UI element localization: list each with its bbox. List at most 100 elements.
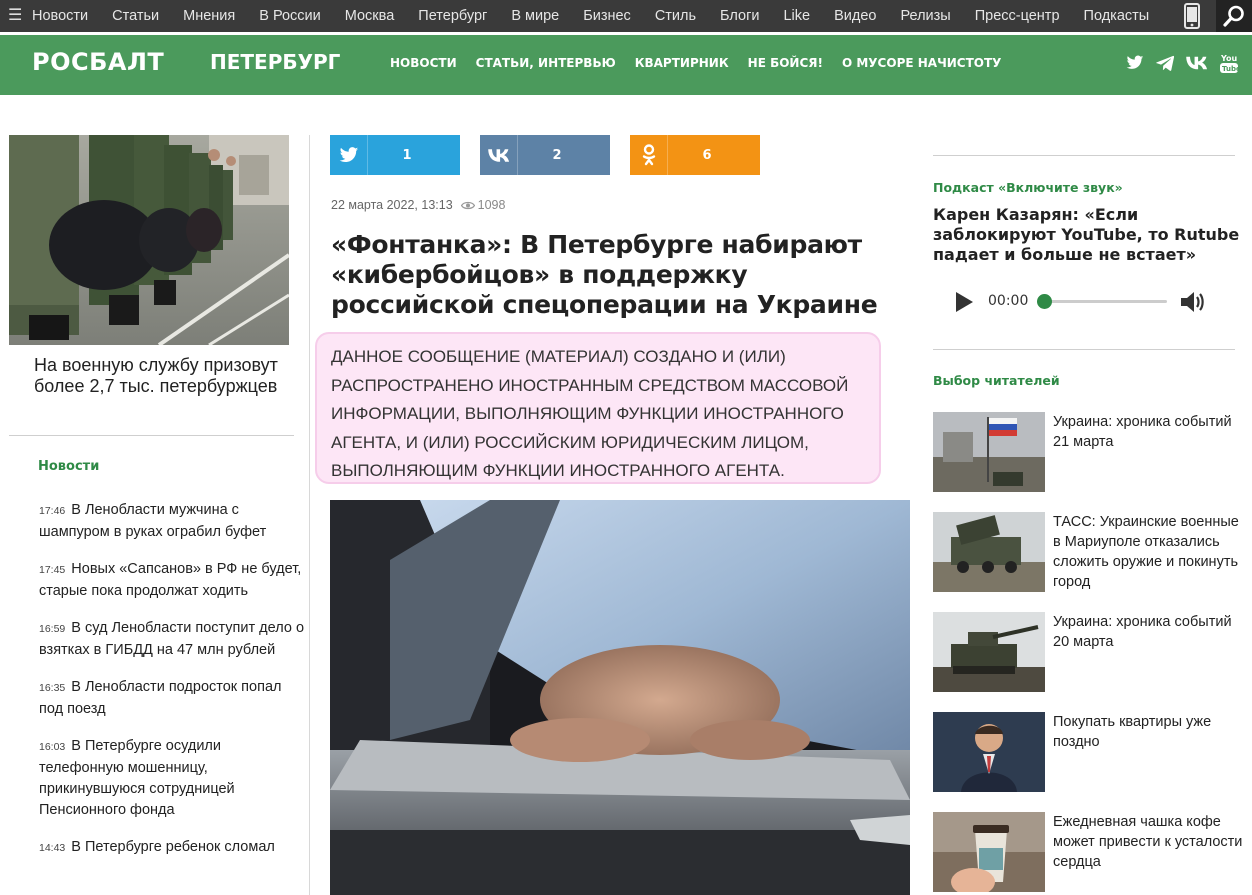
news-time: 16:35 [39,682,66,694]
thumbnail [933,512,1045,592]
readers-choice-item[interactable]: Украина: хроника событий 20 марта [933,612,1245,692]
search-button[interactable] [1216,0,1252,32]
news-title: В Петербурге осудили телефонную мошенниц… [39,738,235,818]
share-vk-button[interactable]: 2 [480,135,610,175]
vk-icon[interactable] [1186,56,1208,70]
player-time: 00:00 [988,293,1029,309]
news-item[interactable]: 17:45 Новых «Сапсанов» в РФ не будет, ста… [39,559,304,602]
section-nav: НОВОСТИ СТАТЬИ, ИНТЕРВЬЮ КВАРТИРНИК НЕ Б… [390,56,1020,70]
topnav-item-like[interactable]: Like [783,8,810,24]
news-title: В суд Ленобласти поступит дело о взятках… [39,620,305,658]
news-list: 17:46 В Ленобласти мужчина с шампуром в р… [39,500,304,875]
views-count: 1098 [477,198,506,212]
player-progress-track[interactable] [1045,300,1167,303]
news-item[interactable]: 17:46 В Ленобласти мужчина с шампуром в р… [39,500,304,543]
divider [933,155,1235,156]
news-time: 17:46 [39,505,66,517]
topnav-item-business[interactable]: Бизнес [583,8,631,24]
readers-choice-title: Покупать квартиры уже поздно [1053,714,1212,750]
lead-news-image[interactable] [9,135,289,345]
news-title: Новых «Сапсанов» в РФ не будет, старые п… [39,561,302,599]
news-item[interactable]: 16:59 В суд Ленобласти поступит дело о вз… [39,618,304,661]
news-title: В Ленобласти подросток попал под поезд [39,679,282,717]
thumbnail [933,412,1045,492]
odnoklassniki-icon [630,135,668,175]
volume-icon[interactable] [1180,290,1206,314]
section-garbage[interactable]: О МУСОРЕ НАЧИСТОТУ [842,56,1001,70]
news-heading[interactable]: Новости [38,459,99,474]
article-meta: 22 марта 2022, 13:13 1098 [331,198,505,212]
topnav-item-russia[interactable]: В России [259,8,321,24]
player-progress-handle[interactable] [1037,294,1052,309]
thumbnail [933,712,1045,792]
podcast-tag[interactable]: Подкаст «Включите звук» [933,180,1123,195]
news-item[interactable]: 16:35 В Ленобласти подросток попал под по… [39,677,304,720]
city-label[interactable]: ПЕТЕРБУРГ [210,50,340,74]
news-title: В Ленобласти мужчина с шампуром в руках … [39,502,267,540]
readers-choice-title: Украина: хроника событий 21 марта [1053,414,1232,450]
top-bar: ☰ Новости Статьи Мнения В России Москва … [0,0,1252,32]
divider [933,349,1235,350]
thumbnail [933,612,1045,692]
topnav-item-style[interactable]: Стиль [655,8,696,24]
thumbnail [933,812,1045,892]
menu-icon[interactable]: ☰ [8,6,22,24]
site-logo[interactable]: РОСБАЛТ [32,48,164,76]
news-title: В Петербурге ребенок сломал [71,839,275,855]
topnav-item-moscow[interactable]: Москва [345,8,395,24]
topnav-item-video[interactable]: Видео [834,8,876,24]
readers-choice-item[interactable]: Покупать квартиры уже поздно [933,712,1245,792]
telegram-icon[interactable] [1156,55,1174,71]
readers-choice-heading[interactable]: Выбор читателей [933,373,1060,388]
top-nav: Новости Статьи Мнения В России Москва Пе… [32,0,1173,32]
readers-choice-title: ТАСС: Украинские военные в Мариуполе отк… [1053,514,1239,590]
mobile-version-button[interactable] [1170,0,1214,32]
article-image [330,500,910,895]
foreign-agent-disclaimer: ДАННОЕ СООБЩЕНИЕ (МАТЕРИАЛ) СОЗДАНО И (И… [315,332,881,484]
article-date: 22 марта 2022, 13:13 [331,198,453,212]
svg-text:You: You [1220,54,1238,63]
topnav-item-press-center[interactable]: Пресс-центр [975,8,1060,24]
news-time: 17:45 [39,564,66,576]
svg-text:Tube: Tube [1222,65,1238,73]
share-count: 6 [702,147,712,163]
audio-player: 00:00 [950,288,1230,316]
play-icon[interactable] [954,291,974,313]
youtube-icon[interactable]: You Tube [1220,52,1238,74]
news-item[interactable]: 14:43 В Петербурге ребенок сломал [39,837,304,859]
twitter-icon[interactable] [1126,55,1144,71]
topnav-item-blogs[interactable]: Блоги [720,8,759,24]
share-count: 1 [402,147,412,163]
news-time: 16:59 [39,623,66,635]
section-news[interactable]: НОВОСТИ [390,56,457,70]
column-separator [309,135,310,895]
topnav-item-world[interactable]: В мире [511,8,559,24]
section-articles-interviews[interactable]: СТАТЬИ, ИНТЕРВЬЮ [476,56,616,70]
divider [9,435,294,436]
topnav-item-news[interactable]: Новости [32,8,88,24]
news-item[interactable]: 16:03 В Петербурге осудили телефонную мош… [39,736,304,821]
news-time: 16:03 [39,741,66,753]
topnav-item-articles[interactable]: Статьи [112,8,159,24]
news-time: 14:43 [39,842,66,854]
social-links: You Tube [1126,52,1250,74]
topnav-item-petersburg[interactable]: Петербург [418,8,487,24]
section-kvartirnik[interactable]: КВАРТИРНИК [635,56,729,70]
topnav-item-podcasts[interactable]: Подкасты [1084,8,1150,24]
readers-choice-item[interactable]: Украина: хроника событий 21 марта [933,412,1245,492]
share-twitter-button[interactable]: 1 [330,135,460,175]
podcast-title[interactable]: Карен Казарян: «Если заблокируют YouTube… [933,205,1243,265]
topnav-item-releases[interactable]: Релизы [900,8,950,24]
section-ne-boysya[interactable]: НЕ БОЙСЯ! [748,56,823,70]
readers-choice-item[interactable]: ТАСС: Украинские военные в Мариуполе отк… [933,512,1245,592]
lead-news-title[interactable]: На военную службу призовут более 2,7 тыс… [34,355,284,397]
readers-choice-title: Ежедневная чашка кофе может привести к у… [1053,814,1243,870]
share-count: 2 [552,147,562,163]
topnav-item-opinions[interactable]: Мнения [183,8,235,24]
readers-choice-title: Украина: хроника событий 20 марта [1053,614,1232,650]
twitter-icon [330,135,368,175]
eye-icon [460,201,475,209]
readers-choice-item[interactable]: Ежедневная чашка кофе может привести к у… [933,812,1245,892]
article-views: 1098 [460,198,506,212]
share-ok-button[interactable]: 6 [630,135,760,175]
